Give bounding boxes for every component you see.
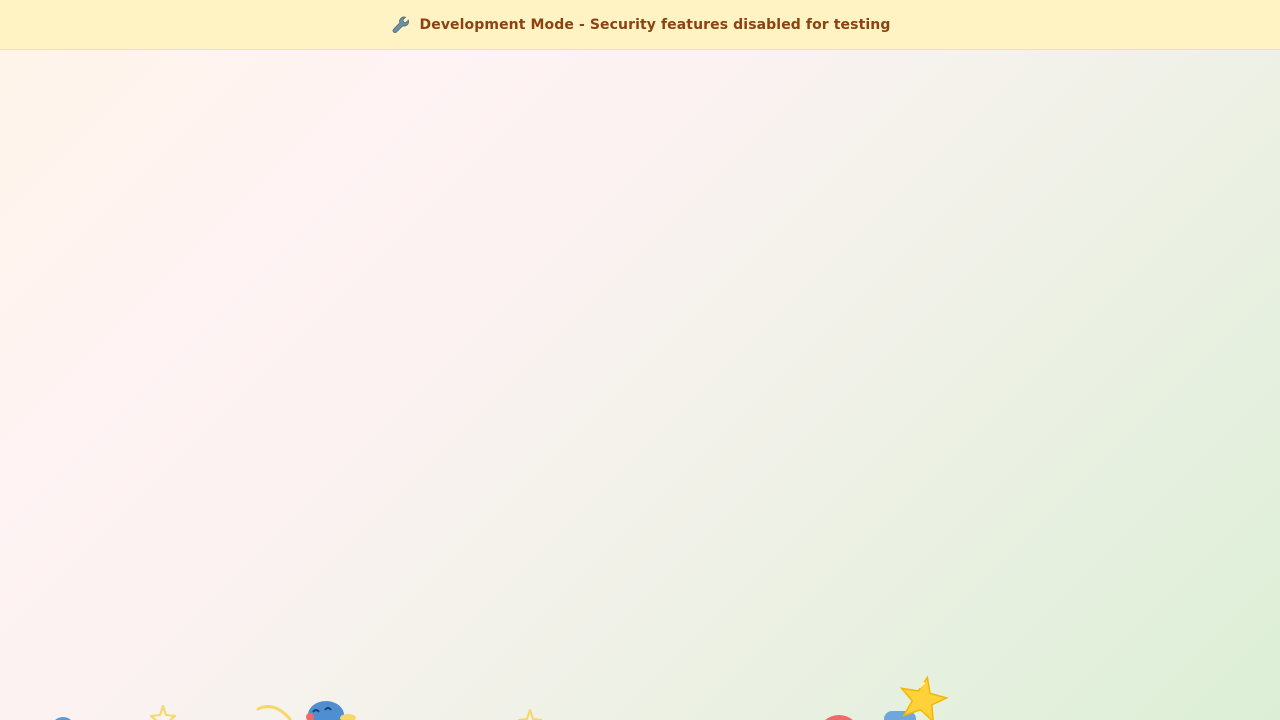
blue-piece-icon <box>884 711 916 720</box>
star-icon <box>899 675 949 720</box>
blue-character-icon <box>306 701 356 720</box>
wrench-icon <box>390 14 412 36</box>
star-outline-icon <box>518 709 542 720</box>
blue-circle-icon <box>55 717 71 720</box>
star-outline-icon <box>150 705 176 720</box>
red-circle-icon <box>825 715 853 720</box>
dev-mode-banner-text: Development Mode - Security features dis… <box>419 16 891 33</box>
dev-mode-banner: Development Mode - Security features dis… <box>0 0 1280 50</box>
main-content-area <box>0 51 1280 720</box>
banana-outline-icon <box>256 705 292 720</box>
